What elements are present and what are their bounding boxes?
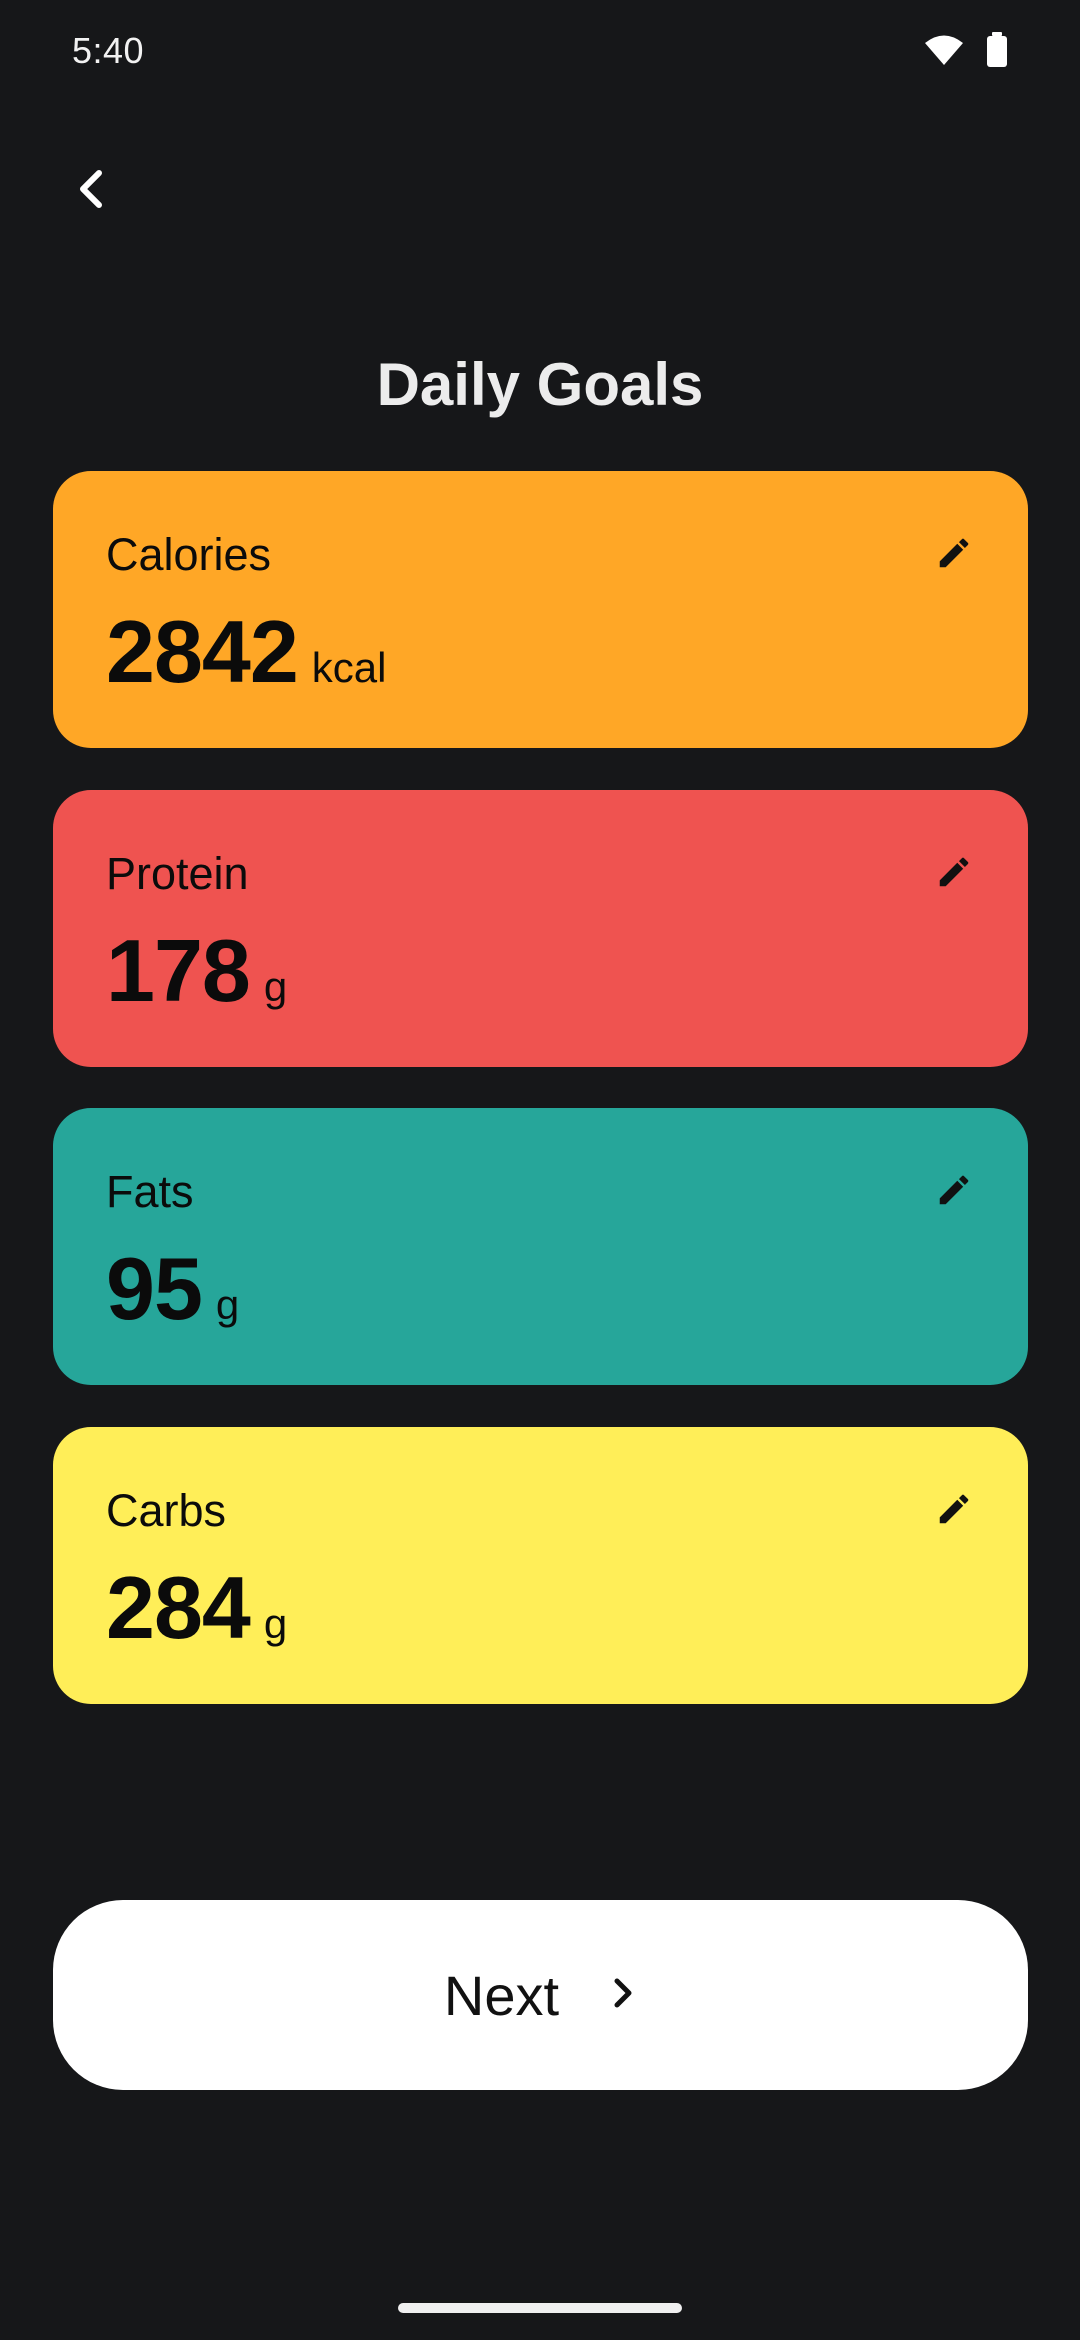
- goal-value-row: 2842 kcal: [106, 601, 386, 703]
- chevron-left-icon: [73, 167, 109, 216]
- goal-label: Carbs: [106, 1485, 227, 1536]
- edit-fats-button[interactable]: [928, 1166, 980, 1218]
- edit-calories-button[interactable]: [928, 529, 980, 581]
- goal-value: 95: [106, 1239, 203, 1338]
- status-time: 5:40: [72, 30, 145, 71]
- goal-value: 2842: [106, 602, 299, 701]
- home-indicator[interactable]: [398, 2303, 682, 2313]
- page-title: Daily Goals: [376, 351, 704, 418]
- goal-value: 284: [106, 1558, 251, 1657]
- edit-carbs-button[interactable]: [928, 1485, 980, 1537]
- goal-unit: g: [263, 963, 288, 1010]
- screen: 5:40 Daily Goals Calories 2842 kcal Prot…: [0, 0, 1080, 2340]
- back-button[interactable]: [60, 160, 122, 222]
- pencil-icon: [935, 853, 973, 896]
- pencil-icon: [935, 534, 973, 577]
- goal-label: Protein: [106, 848, 249, 899]
- goal-value-row: 284 g: [106, 1557, 287, 1659]
- goal-unit: g: [215, 1281, 240, 1328]
- next-button[interactable]: Next: [53, 1900, 1028, 2090]
- goal-value-row: 95 g: [106, 1238, 239, 1340]
- goal-unit: g: [263, 1600, 288, 1647]
- pencil-icon: [935, 1490, 973, 1533]
- chevron-right-icon: [609, 1973, 637, 2018]
- goal-value: 178: [106, 921, 251, 1020]
- goal-value-row: 178 g: [106, 920, 287, 1022]
- goal-card-fats[interactable]: Fats 95 g: [53, 1108, 1028, 1385]
- goal-card-calories[interactable]: Calories 2842 kcal: [53, 471, 1028, 748]
- goal-card-protein[interactable]: Protein 178 g: [53, 790, 1028, 1067]
- pencil-icon: [935, 1171, 973, 1214]
- next-label: Next: [443, 1963, 560, 2027]
- goal-card-carbs[interactable]: Carbs 284 g: [53, 1427, 1028, 1704]
- wifi-icon: [924, 34, 964, 71]
- goal-unit: kcal: [311, 644, 387, 691]
- edit-protein-button[interactable]: [928, 848, 980, 900]
- goal-label: Fats: [106, 1166, 194, 1217]
- goal-label: Calories: [106, 529, 272, 580]
- status-icons: [924, 32, 1008, 73]
- battery-icon: [986, 32, 1008, 73]
